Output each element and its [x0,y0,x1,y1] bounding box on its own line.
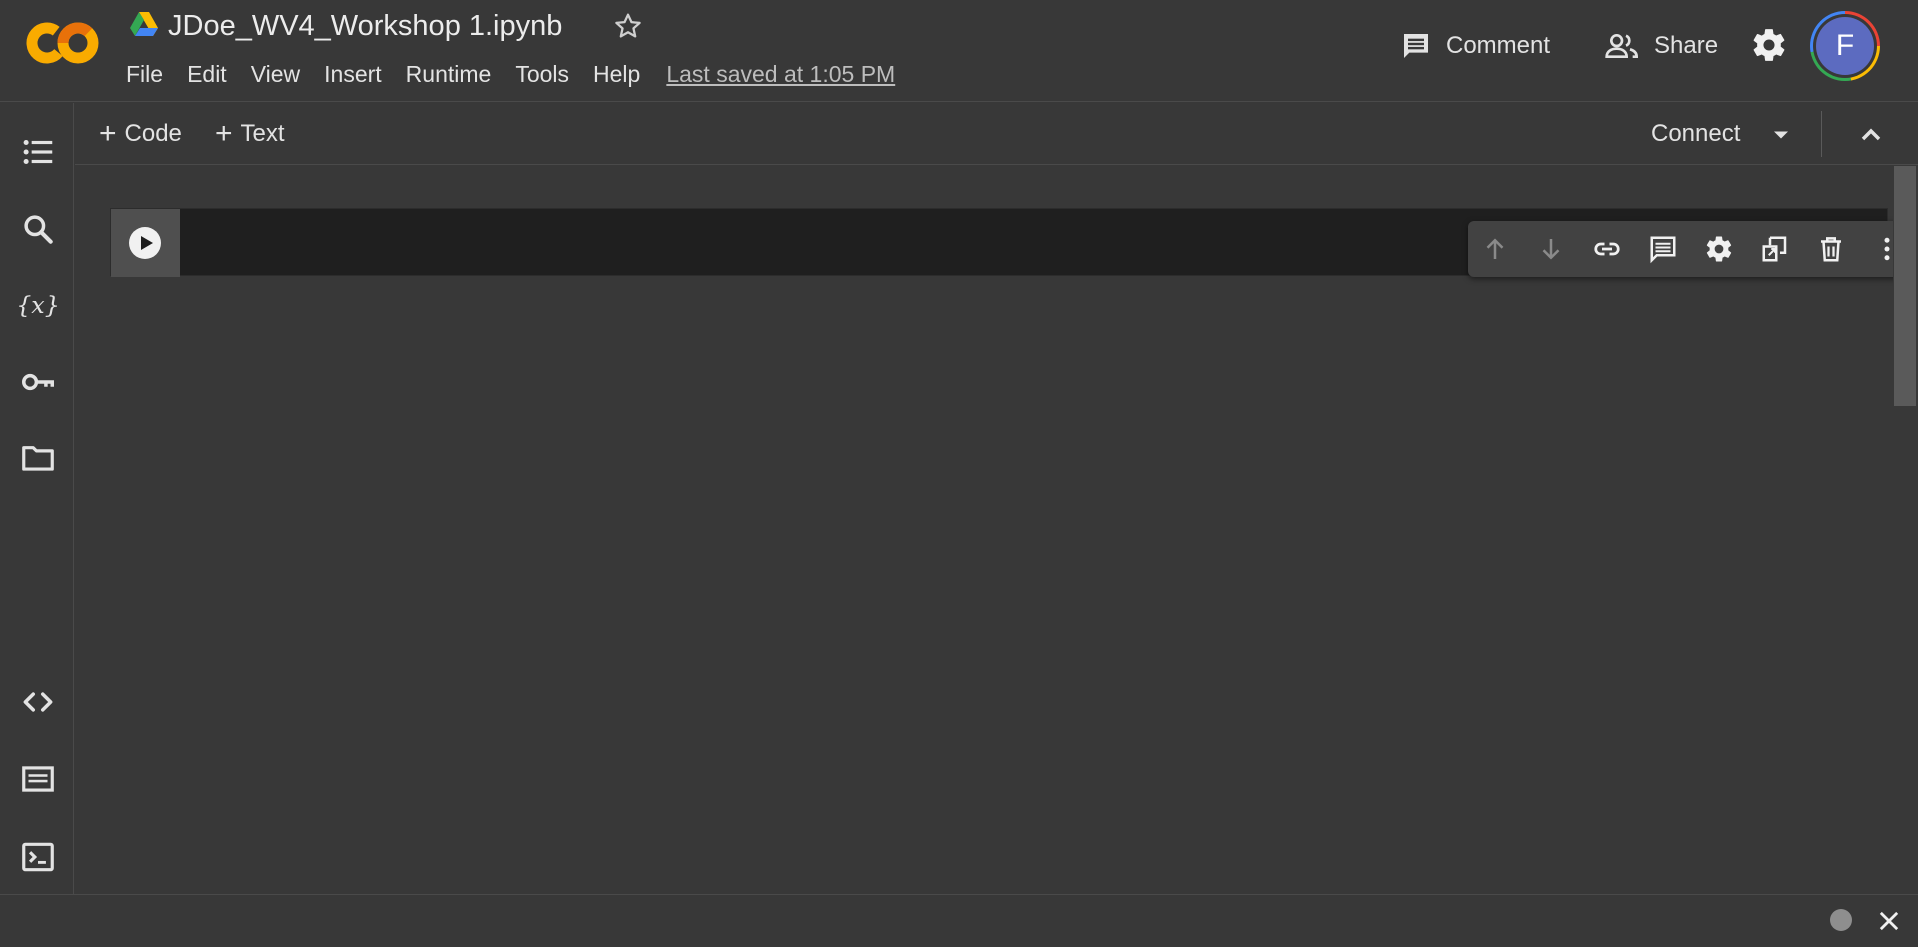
left-sidebar: {x} [0,103,74,894]
menu-runtime[interactable]: Runtime [394,56,504,92]
notebook-toolbar: + Code + Text Connect [75,103,1918,165]
menu-view[interactable]: View [239,56,312,92]
files-folder-icon[interactable] [19,439,57,477]
star-icon[interactable] [612,10,644,42]
variables-icon[interactable]: {x} [19,286,57,324]
app-header: JDoe_WV4_Workshop 1.ipynb File Edit View… [0,0,1918,102]
mirror-cell-icon[interactable] [1760,234,1790,264]
close-icon[interactable] [1875,907,1903,935]
run-cell-play-icon[interactable] [129,227,161,259]
people-icon [1604,30,1654,62]
settings-icon[interactable] [1704,234,1734,264]
avatar: F [1816,17,1874,75]
plus-icon: + [215,117,233,150]
link-icon[interactable] [1592,234,1622,264]
terminal-icon[interactable] [19,838,57,876]
code-cell[interactable] [110,208,1916,277]
menu-tools[interactable]: Tools [503,56,581,92]
cell-gutter [111,209,180,277]
menu-insert[interactable]: Insert [312,56,394,92]
settings-gear-icon[interactable] [1750,26,1788,64]
add-text-label: Text [240,120,285,147]
share-button[interactable]: Share [1604,24,1718,68]
connect-dropdown-icon[interactable] [1767,121,1795,149]
delete-icon[interactable] [1816,234,1846,264]
comment-icon [1400,30,1446,62]
move-up-icon[interactable] [1480,234,1510,264]
menu-bar: File Edit View Insert Runtime Tools Help… [116,56,895,92]
comment-label: Comment [1446,32,1551,59]
add-text-cell-button[interactable]: + Text [215,115,285,153]
search-icon[interactable] [19,210,57,248]
colab-logo[interactable] [26,20,100,66]
last-saved-link[interactable]: Last saved at 1:05 PM [666,56,895,92]
notebook-title[interactable]: JDoe_WV4_Workshop 1.ipynb [168,8,562,44]
notebook-area [75,166,1916,894]
command-palette-icon[interactable] [19,760,57,798]
status-bar [0,894,1918,947]
collapse-header-chevron-up-icon[interactable] [1855,119,1887,151]
menu-help[interactable]: Help [581,56,652,92]
comment-button[interactable]: Comment [1400,24,1550,68]
add-code-label: Code [124,120,182,147]
move-down-icon[interactable] [1536,234,1566,264]
runtime-status-dot-icon[interactable] [1830,909,1852,931]
code-snippets-icon[interactable] [19,683,57,721]
connect-button[interactable]: Connect [1651,115,1740,153]
menu-file[interactable]: File [116,56,175,92]
svg-text:{x}: {x} [19,291,57,319]
secrets-key-icon[interactable] [19,363,57,401]
share-label: Share [1654,32,1719,59]
comment-icon[interactable] [1648,234,1678,264]
plus-icon: + [99,117,117,150]
cell-toolbar [1468,221,1916,277]
google-drive-icon[interactable] [130,12,158,36]
scrollbar-thumb[interactable] [1894,166,1916,406]
account-avatar-button[interactable]: F [1810,11,1880,81]
menu-edit[interactable]: Edit [175,56,239,92]
toolbar-divider [1821,111,1822,157]
add-code-cell-button[interactable]: + Code [99,115,182,153]
table-of-contents-icon[interactable] [19,133,57,171]
